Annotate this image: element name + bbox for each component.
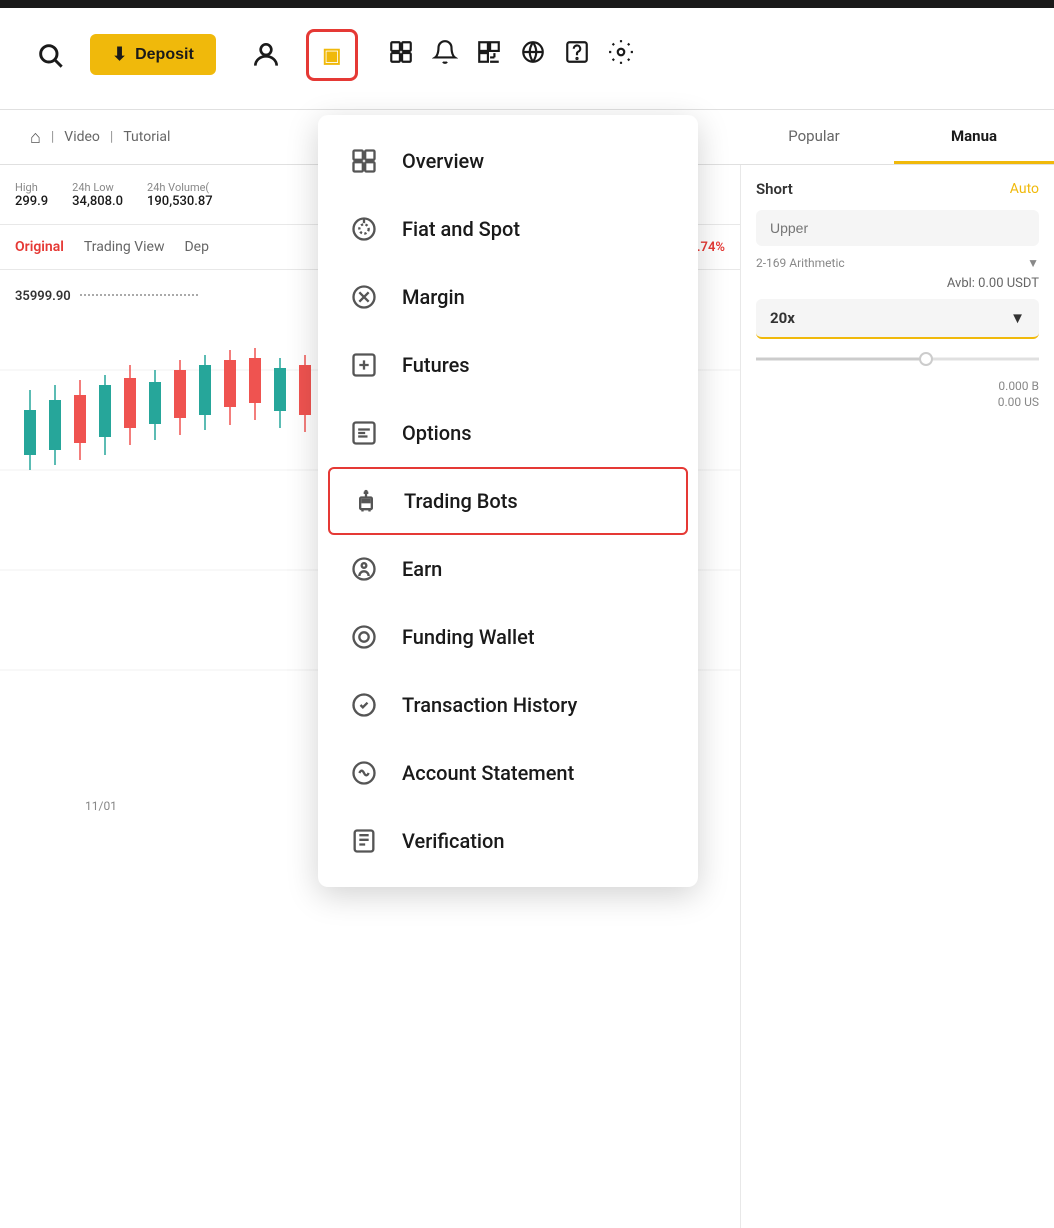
menu-item-funding[interactable]: Funding Wallet [318,603,698,671]
stat-low: 24h Low 34,808.0 [72,181,123,209]
deposit-icon: ⬇ [112,44,127,65]
menu-label-transaction: Transaction History [402,693,577,717]
right-tabs: Popular Manua [734,110,1054,165]
menu-label-overview: Overview [402,149,484,173]
menu-item-futures[interactable]: Futures [318,331,698,399]
help-icon[interactable] [564,39,590,71]
overview-icon [346,143,382,179]
video-link[interactable]: Video [64,129,100,145]
globe-icon[interactable] [520,39,546,71]
tab-dep[interactable]: Dep [184,234,208,260]
leverage-row[interactable]: 20x ▼ [756,299,1039,339]
separator: | [51,129,54,145]
bell-icon[interactable] [432,39,458,71]
menu-item-margin[interactable]: Margin [318,263,698,331]
menu-item-earn[interactable]: Earn [318,535,698,603]
deposit-button[interactable]: ⬇ Deposit [90,34,216,75]
separator2: | [110,129,113,145]
tab-manual[interactable]: Manua [894,110,1054,164]
panel-header: Short Auto [756,180,1039,198]
margin-icon [346,279,382,315]
menu-item-overview[interactable]: Overview [318,127,698,195]
funding-icon [346,619,382,655]
options-icon [346,415,382,451]
transaction-icon [346,687,382,723]
leverage-slider[interactable] [756,349,1039,369]
verification-icon [346,823,382,859]
svg-text:35999.90: 35999.90 [15,289,71,304]
short-label: Short [756,180,793,198]
menu-label-earn: Earn [402,557,442,581]
menu-label-futures: Futures [402,353,470,377]
tab-original[interactable]: Original [15,234,64,260]
profile-icon[interactable] [246,35,286,75]
tab-trading-view[interactable]: Trading View [84,234,165,260]
menu-label-options: Options [402,421,472,445]
search-icon[interactable] [30,35,70,75]
settings-icon[interactable] [608,39,634,71]
menu-label-verification: Verification [402,829,505,853]
menu-item-verification[interactable]: Verification [318,807,698,875]
header-icons [388,39,634,71]
stat-high: High 299.9 [15,181,48,209]
home-icon[interactable]: ⌂ [30,127,41,148]
avbl-row: Avbl: 0.00 USDT [756,276,1039,291]
tab-popular[interactable]: Popular [734,110,894,164]
menu-label-fiat: Fiat and Spot [402,217,520,241]
tutorial-link[interactable]: Tutorial [123,129,170,145]
menu-label-margin: Margin [402,285,465,309]
trading-panel: Short Auto 2-169 ▼ Arithmetic Avbl: 0.00… [740,165,1054,1228]
header: ⬇ Deposit ▣ [0,0,1054,110]
top-strip [0,0,1054,8]
range-label: 2-169 ▼ Arithmetic [756,256,1039,270]
menu-label-funding: Funding Wallet [402,625,535,649]
menu-label-tradingbots: Trading Bots [404,489,518,513]
menu-item-transaction[interactable]: Transaction History [318,671,698,739]
menu-item-account[interactable]: Account Statement [318,739,698,807]
balance-row: 0.000 B 0.00 US [756,379,1039,409]
auto-label[interactable]: Auto [1010,181,1039,197]
menu-item-fiat[interactable]: Fiat and Spot [318,195,698,263]
tradingbots-icon [348,483,384,519]
fiat-icon [346,211,382,247]
menu-item-options[interactable]: Options [318,399,698,467]
grid-icon[interactable] [388,39,414,71]
earn-icon [346,551,382,587]
stat-volume: 24h Volume( 190,530.87 [147,181,213,209]
upper-input[interactable] [756,210,1039,246]
deposit-label: Deposit [135,46,194,64]
scan-icon[interactable] [476,39,502,71]
account-icon [346,755,382,791]
wallet-button[interactable]: ▣ [306,29,358,81]
dropdown-menu: Overview Fiat and Spot Margin Futures Option… [318,115,698,887]
futures-icon [346,347,382,383]
wallet-icon: ▣ [322,43,341,67]
menu-label-account: Account Statement [402,761,574,785]
svg-text:11/01: 11/01 [85,799,117,813]
menu-item-tradingbots[interactable]: Trading Bots [328,467,688,535]
